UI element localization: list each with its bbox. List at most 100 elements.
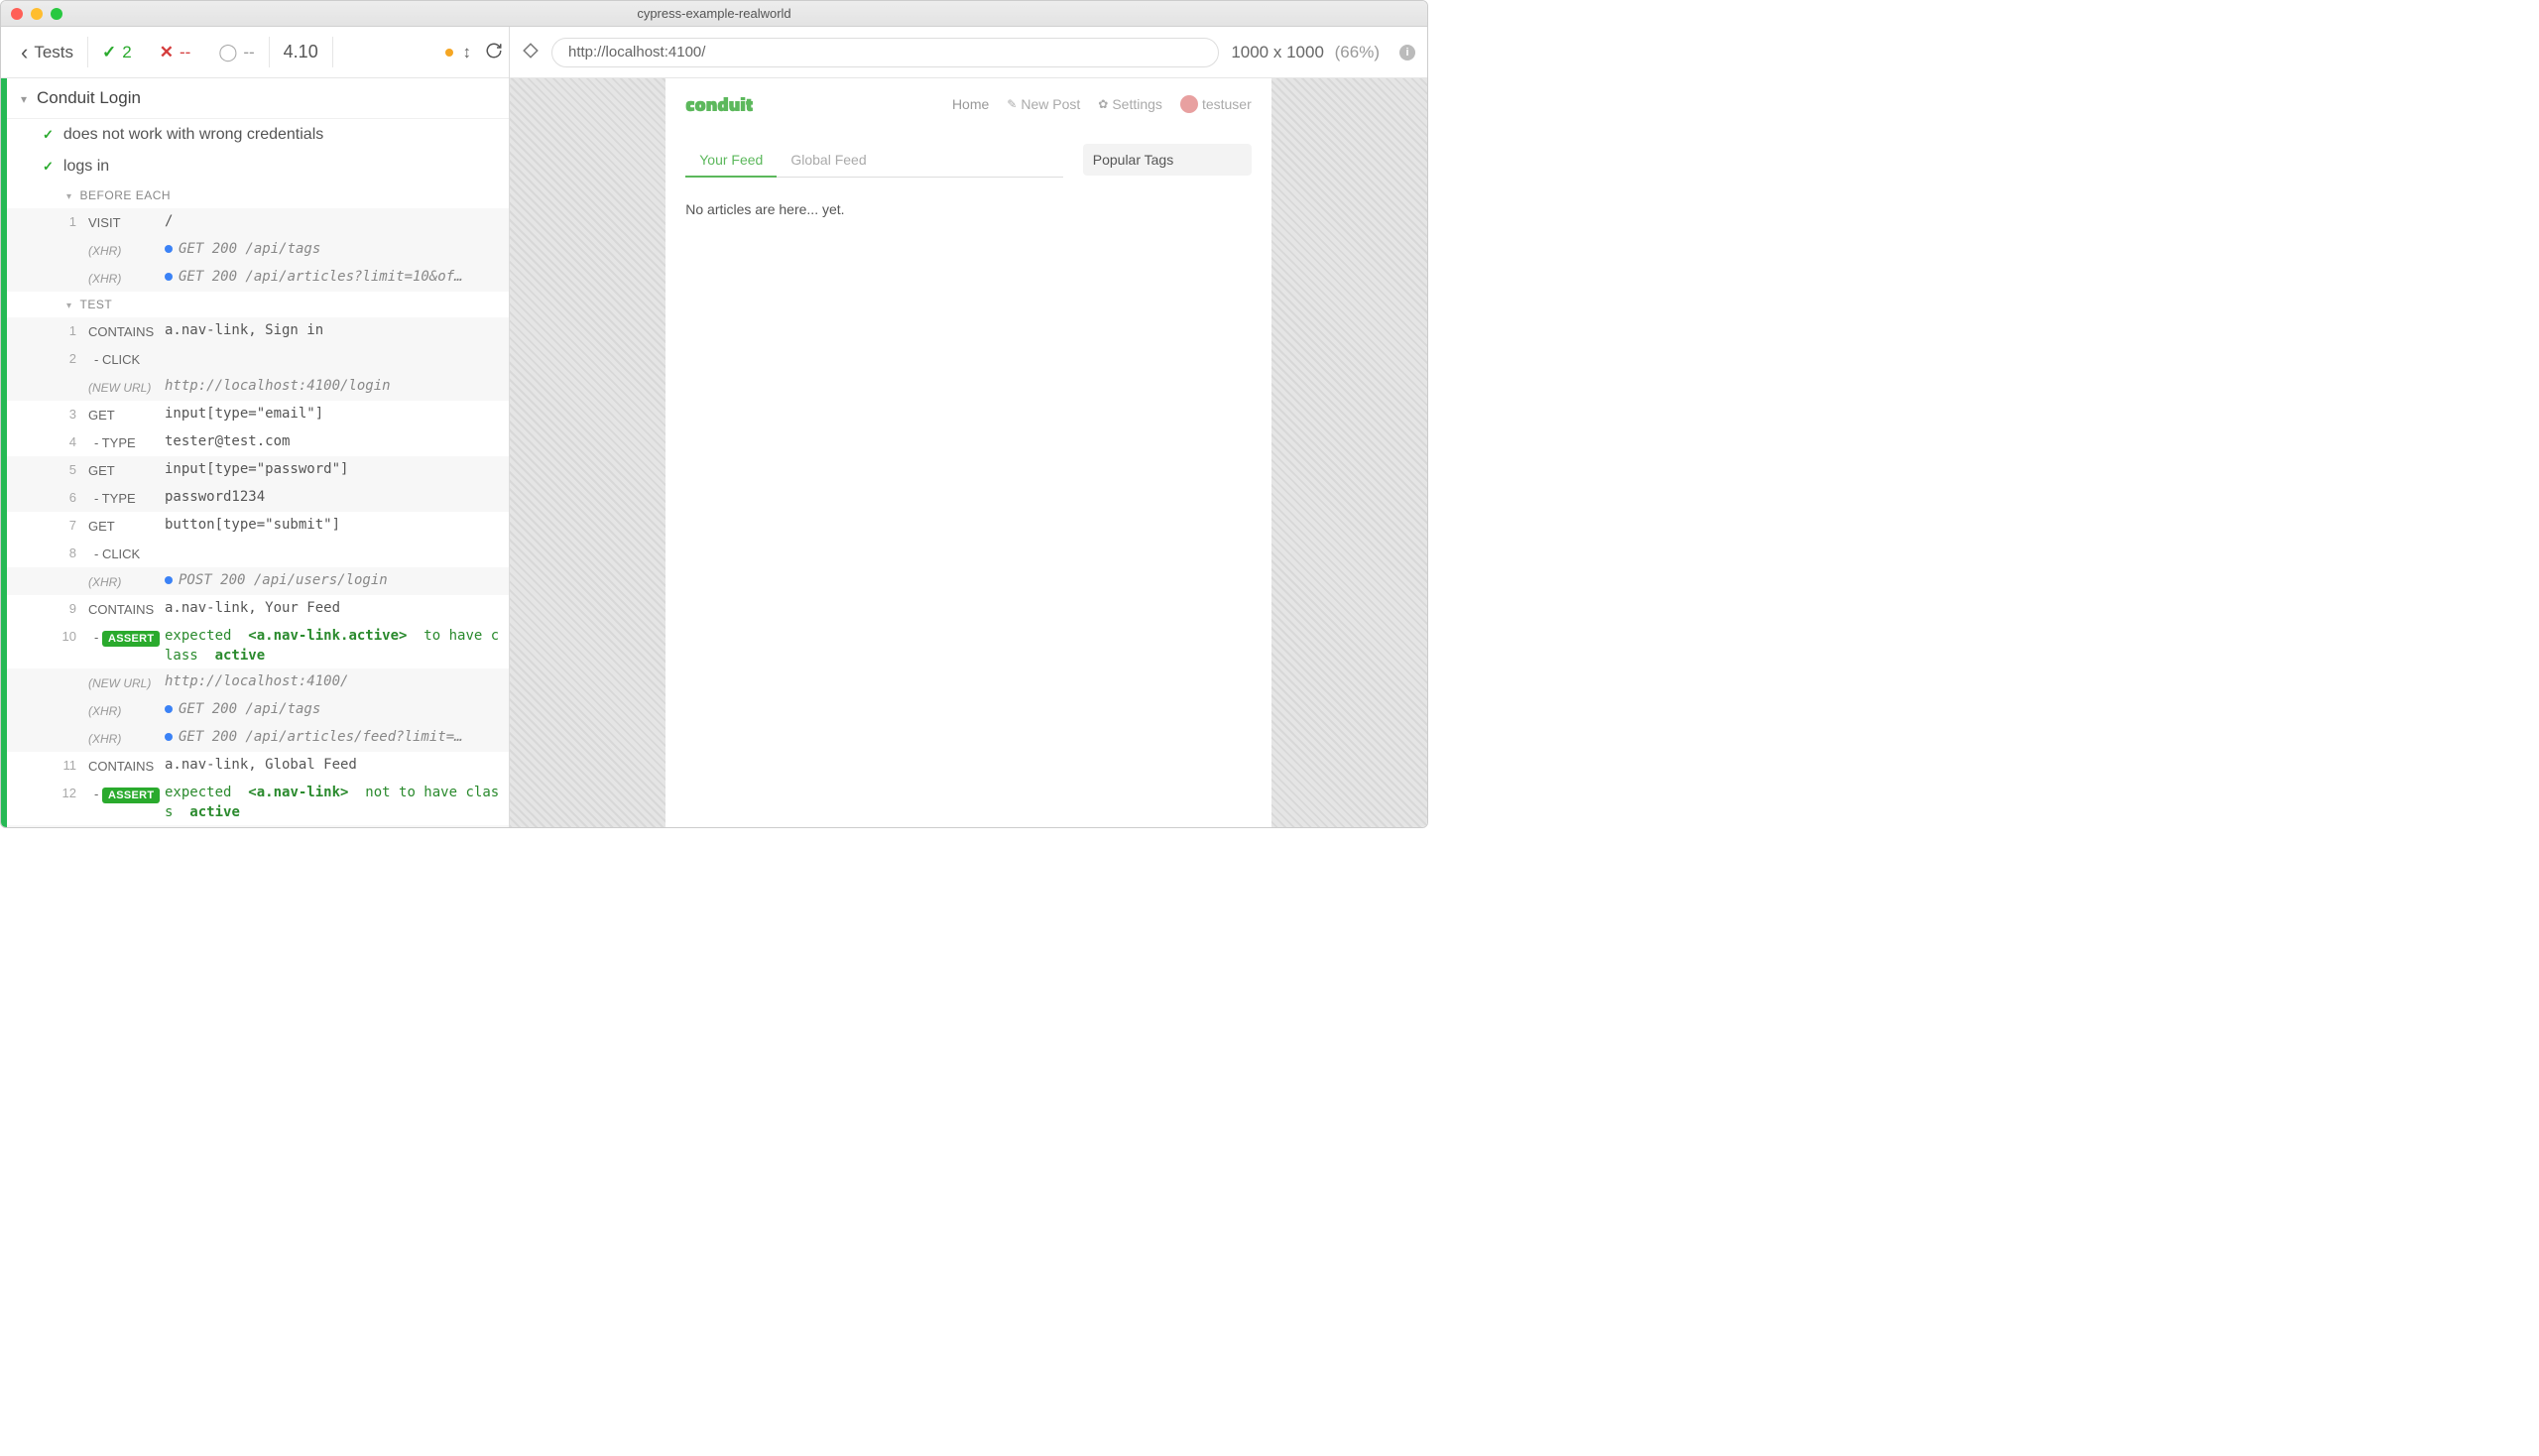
suite-title[interactable]: Conduit Login [7, 78, 509, 119]
command-row[interactable]: (NEW URL)http://localhost:4100/login [7, 373, 509, 401]
section-before-each[interactable]: BEFORE EACH [7, 182, 509, 208]
command-name: VISIT [76, 211, 161, 233]
app-main: Your Feed Global Feed No articles are he… [665, 129, 1271, 256]
command-row[interactable]: 10- ASSERTexpected <a.nav-link.active> t… [7, 623, 509, 668]
command-number [57, 376, 76, 377]
command-row[interactable]: (NEW URL)http://localhost:4100/ [7, 668, 509, 696]
restart-button[interactable] [485, 42, 503, 62]
command-number: 12 [57, 783, 76, 803]
nav-settings[interactable]: ✿ Settings [1098, 96, 1162, 112]
command-number: 10 [57, 626, 76, 647]
maximize-window-icon[interactable] [51, 8, 62, 20]
command-message: button[type="submit"] [161, 515, 501, 535]
command-number [57, 671, 76, 672]
test-row[interactable]: does not work with wrong credentials [7, 119, 509, 151]
command-number [57, 699, 76, 700]
command-number [57, 570, 76, 571]
minimize-window-icon[interactable] [31, 8, 43, 20]
app-navbar: conduit Home ✎ New Post ✿ Settings [665, 78, 1271, 129]
command-number: 1 [57, 211, 76, 232]
assert-badge: ASSERT [102, 788, 160, 803]
avatar [1180, 95, 1198, 113]
command-row[interactable]: 6- TYPEpassword1234 [7, 484, 509, 512]
info-icon[interactable]: i [1399, 45, 1415, 61]
back-to-tests-button[interactable]: Tests [7, 27, 87, 77]
command-row[interactable]: 4- TYPEtester@test.com [7, 428, 509, 456]
command-message: input[type="email"] [161, 404, 501, 424]
section-test[interactable]: TEST [7, 292, 509, 317]
command-message: password1234 [161, 487, 501, 507]
content: Tests 2 -- -- 4.10 ↕ [1, 27, 1427, 827]
pass-count: 2 [88, 27, 146, 77]
command-name: - CLICK [76, 348, 161, 370]
command-row[interactable]: (XHR)GET 200 /api/tags [7, 696, 509, 724]
command-row[interactable]: (XHR)POST 200 /api/users/login [7, 567, 509, 595]
command-message: GET 200 /api/tags [161, 699, 501, 719]
command-message: http://localhost:4100/login [161, 376, 501, 396]
scroll-toggle-icon[interactable]: ↕ [463, 43, 472, 62]
command-row[interactable]: 13URL [7, 825, 509, 827]
command-message: input[type="password"] [161, 459, 501, 479]
tests-label: Tests [34, 43, 73, 62]
nav-new-post[interactable]: ✎ New Post [1007, 96, 1080, 112]
caret-down-icon [21, 88, 37, 108]
url-bar: 1000 x 1000 (66%) i [510, 27, 1427, 78]
command-name: (NEW URL) [76, 376, 161, 398]
tab-global-feed[interactable]: Global Feed [777, 144, 880, 177]
command-row[interactable]: (XHR)GET 200 /api/articles/feed?limit=… [7, 724, 509, 752]
command-name: - TYPE [76, 487, 161, 509]
command-row[interactable]: 8- CLICK [7, 540, 509, 567]
command-name: CONTAINS [76, 320, 161, 342]
command-row[interactable]: 11CONTAINSa.nav-link, Global Feed [7, 752, 509, 780]
aut-iframe[interactable]: conduit Home ✎ New Post ✿ Settings [665, 78, 1271, 827]
nav-user[interactable]: testuser [1180, 95, 1252, 113]
command-number [57, 727, 76, 728]
close-window-icon[interactable] [11, 8, 23, 20]
tab-your-feed[interactable]: Your Feed [685, 144, 777, 178]
traffic-lights [11, 8, 62, 20]
command-log: BEFORE EACH 1VISIT/(XHR)GET 200 /api/tag… [7, 182, 509, 827]
command-name: (XHR) [76, 727, 161, 749]
command-row[interactable]: 9CONTAINSa.nav-link, Your Feed [7, 595, 509, 623]
command-row[interactable]: 1CONTAINSa.nav-link, Sign in [7, 317, 509, 345]
app-window: cypress-example-realworld Tests 2 -- -- [0, 0, 1428, 828]
command-name: GET [76, 515, 161, 537]
command-row[interactable]: 1VISIT/ [7, 208, 509, 236]
compose-icon: ✎ [1007, 97, 1017, 111]
xhr-dot-icon [165, 245, 173, 253]
test-row[interactable]: logs in [7, 151, 509, 182]
status-dot-icon [445, 49, 453, 57]
command-name: (XHR) [76, 267, 161, 289]
command-row[interactable]: 2- CLICK [7, 345, 509, 373]
command-row[interactable]: (XHR)GET 200 /api/articles?limit=10&of… [7, 264, 509, 292]
command-message: a.nav-link, Global Feed [161, 755, 501, 775]
command-number: 1 [57, 320, 76, 341]
command-row[interactable]: 5GETinput[type="password"] [7, 456, 509, 484]
command-row[interactable]: 12- ASSERTexpected <a.nav-link> not to h… [7, 780, 509, 825]
command-number [57, 239, 76, 240]
command-name: - CLICK [76, 543, 161, 564]
check-icon [43, 126, 63, 144]
command-row[interactable]: 3GETinput[type="email"] [7, 401, 509, 428]
command-message: GET 200 /api/tags [161, 239, 501, 259]
command-name: CONTAINS [76, 598, 161, 620]
pending-count: -- [204, 27, 268, 77]
brand-logo[interactable]: conduit [685, 88, 753, 119]
command-message: GET 200 /api/articles/feed?limit=… [161, 727, 501, 747]
caret-down-icon [66, 298, 80, 311]
command-row[interactable]: (XHR)GET 200 /api/tags [7, 236, 509, 264]
url-input[interactable] [551, 38, 1219, 67]
command-message: expected <a.nav-link.active> to have cla… [161, 626, 501, 666]
selector-playground-button[interactable] [522, 42, 540, 62]
xhr-dot-icon [165, 705, 173, 713]
command-name: (XHR) [76, 570, 161, 592]
command-row[interactable]: 7GETbutton[type="submit"] [7, 512, 509, 540]
viewport-size: 1000 x 1000 (66%) [1231, 43, 1380, 62]
reporter-panel: Tests 2 -- -- 4.10 ↕ [1, 27, 510, 827]
command-number: 5 [57, 459, 76, 480]
command-message: http://localhost:4100/ [161, 671, 501, 691]
command-number: 8 [57, 543, 76, 563]
nav-home[interactable]: Home [952, 96, 989, 112]
command-number: 6 [57, 487, 76, 508]
caret-down-icon [66, 188, 80, 202]
